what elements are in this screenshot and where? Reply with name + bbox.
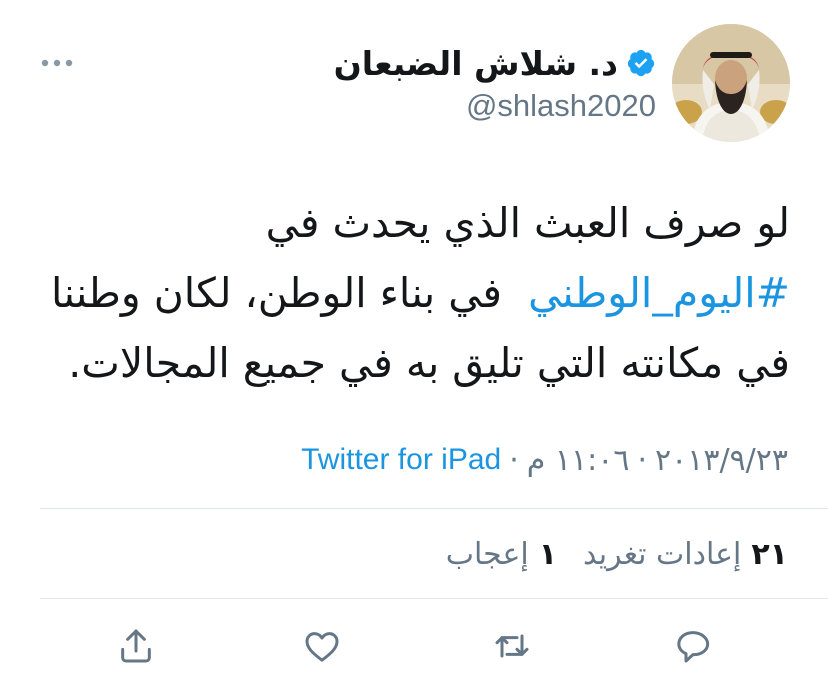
tweet-date[interactable]: ٢٠١٣/٩/٢٣ (655, 443, 788, 478)
tweet-text-line-1: لو صرف العبث الذي يحدث في (265, 199, 790, 247)
divider (40, 508, 828, 509)
retweet-icon (492, 626, 532, 666)
retweets-label: إعادات تغريد (583, 536, 742, 572)
author-handle[interactable]: @shlash2020 (466, 88, 656, 124)
author-name-row: د. شلاش الضبعان (334, 40, 656, 86)
tweet-text-line-3: في مكانته التي تليق به في جميع المجالات. (68, 339, 790, 387)
tweet-source-link[interactable]: Twitter for iPad (301, 443, 501, 477)
author-avatar[interactable] (672, 24, 790, 142)
reply-button[interactable] (667, 620, 719, 672)
likes-stat[interactable]: ١ إعجاب (446, 537, 557, 572)
meta-separator: · (509, 442, 519, 478)
meta-separator: · (637, 442, 647, 478)
tweet-actions (0, 620, 828, 676)
author-display-name[interactable]: د. شلاش الضبعان (334, 44, 618, 83)
like-button[interactable] (296, 620, 348, 672)
verified-badge-icon (626, 48, 656, 78)
tweet-stats: ٢١ إعادات تغريد ١ إعجاب (446, 530, 788, 578)
tweet-text-line-2-spacer (502, 269, 528, 317)
likes-label: إعجاب (445, 536, 529, 572)
likes-count: ١ (538, 536, 558, 572)
tweet-body: لو صرف العبث الذي يحدث في #اليوم_الوطني … (30, 188, 790, 398)
reply-icon (673, 626, 713, 666)
divider (40, 598, 828, 599)
share-icon (116, 626, 156, 666)
share-button[interactable] (110, 620, 162, 672)
heart-icon (302, 626, 342, 666)
tweet-time[interactable]: ١١:٠٦ م (527, 443, 630, 478)
tweet-meta: ٢٠١٣/٩/٢٣ · ١١:٠٦ م · Twitter for iPad (301, 438, 788, 482)
tweet-text-line-2: #اليوم_الوطني في بناء الوطن، لكان وطننا (30, 258, 790, 328)
hashtag-link[interactable]: #اليوم_الوطني (528, 269, 790, 317)
tweet-text-line-2-rest: في بناء الوطن، لكان وطننا (51, 269, 502, 317)
retweet-button[interactable] (486, 620, 538, 672)
retweets-count: ٢١ (751, 536, 788, 572)
tweet-card: د. شلاش الضبعان @shlash2020 لو صرف العبث… (0, 0, 828, 684)
retweets-stat[interactable]: ٢١ إعادات تغريد (583, 537, 788, 572)
more-options-icon[interactable] (40, 56, 74, 70)
